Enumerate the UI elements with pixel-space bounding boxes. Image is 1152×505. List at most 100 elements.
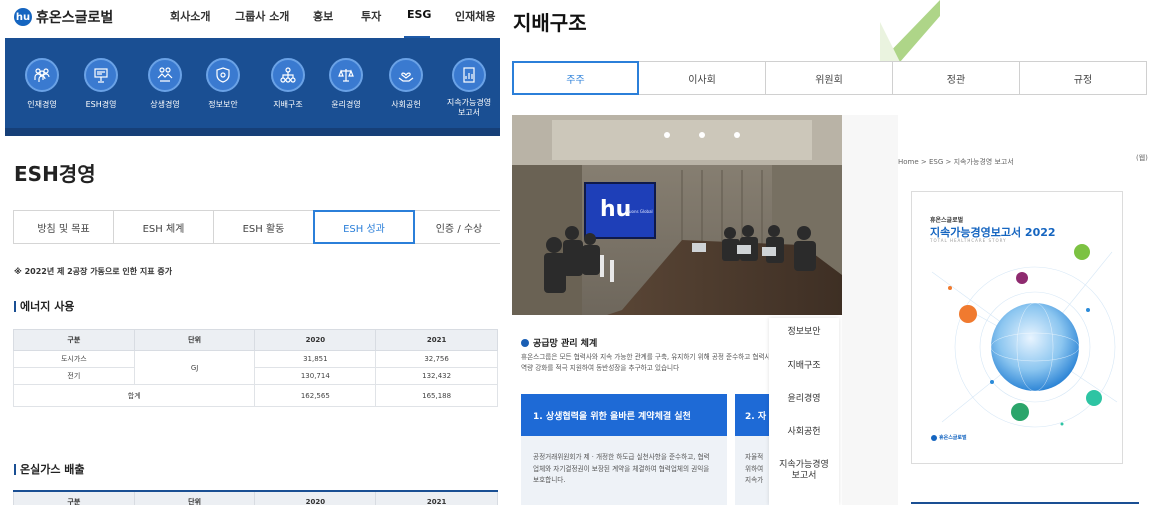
mega-item-coexistence[interactable]: 상생경영 [136, 58, 194, 110]
mega-item-governance[interactable]: 지배구조 [259, 58, 317, 110]
section-bar [14, 300, 16, 312]
card-title: 2. 자 [735, 394, 771, 436]
mega-item-esh[interactable]: ESH경영 [72, 58, 130, 110]
presentation-icon [84, 58, 118, 92]
supply-card-2: 2. 자 자율적 위하여 지속가 [735, 394, 771, 505]
bullet-icon [521, 338, 529, 347]
table-cell: 130,714 [254, 367, 377, 385]
ghg-title: 온실가스 배출 [20, 463, 85, 476]
tab-certification[interactable]: 인증 / 수상 [414, 210, 500, 244]
mega-label: ESH경영 [85, 100, 117, 109]
esg-submenu: 정보보안 지배구조 윤리경영 사회공헌 지속가능경영 보고서 [769, 318, 839, 505]
mega-item-talent[interactable]: 인재경영 [13, 58, 71, 110]
report-divider [911, 502, 1139, 504]
screen-text: Huons Global [626, 209, 653, 214]
table-header: 단위 [133, 329, 256, 351]
shield-icon [206, 58, 240, 92]
nav-invest[interactable]: 투자 [361, 8, 381, 24]
mega-item-security[interactable]: 정보보안 [194, 58, 252, 110]
table-cell: 165,188 [375, 384, 498, 407]
mega-label: 지속가능경영 보고서 [446, 98, 492, 117]
table-row: 도시가스 GJ 31,851 32,756 [13, 350, 498, 385]
report-side-strip [842, 115, 898, 505]
site-logo[interactable]: hu 휴온스글로벌 [14, 6, 113, 28]
table-header: 2020 [254, 329, 377, 351]
governance-tabs: 주주 이사회 위원회 정관 규정 [512, 61, 1147, 95]
logo-mark: hu [14, 8, 32, 26]
table-cell: 162,565 [254, 384, 377, 407]
decorative-shape [880, 0, 940, 62]
cover-logo: 휴온스글로벌 [931, 434, 967, 441]
tab-committee[interactable]: 위원회 [765, 61, 893, 95]
table-cell: 32,756 [375, 350, 498, 368]
heart-hands-icon [389, 58, 423, 92]
table-cell: 도시가스 [13, 350, 135, 368]
table-header-row: 구분 단위 2020 2021 [13, 329, 498, 351]
spacer [500, 97, 512, 118]
card-body: 자율적 위하여 지속가 [745, 453, 764, 484]
people-icon [25, 58, 59, 92]
tab-performance[interactable]: ESH 성과 [313, 210, 415, 244]
esh-page-panel: hu 휴온스글로벌 회사소개 그룹사 소개 홍보 투자 ESG 인재채용 인재경… [0, 0, 500, 505]
tab-board[interactable]: 이사회 [638, 61, 766, 95]
mega-item-social[interactable]: 사회공헌 [377, 58, 435, 110]
mega-label: 사회공헌 [391, 100, 421, 109]
submenu-item-ethics[interactable]: 윤리경영 [769, 394, 839, 405]
mega-label: 상생경영 [150, 100, 180, 109]
cover-subtitle: TOTAL HEALTHCARE STORY [930, 238, 1007, 243]
card-body: 공정거래위원회가 제 · 개정한 하도급 실천사항을 준수하고, 협력업체와 자… [533, 453, 710, 484]
breadcrumb: Home > ESG > 지속가능경영 보고서 [898, 158, 1014, 166]
tab-articles[interactable]: 정관 [892, 61, 1020, 95]
nav-careers[interactable]: 인재채용 [455, 8, 495, 24]
table-header: 2021 [375, 329, 498, 351]
table-cell: 합계 [12, 384, 256, 407]
tab-activity[interactable]: ESH 활동 [213, 210, 314, 244]
cover-logo-icon [931, 434, 937, 441]
table-header: 구분 [13, 329, 135, 351]
submenu-item-report[interactable]: 지속가능경영 보고서 [769, 460, 839, 482]
mega-menu-bottom [5, 128, 500, 136]
table-header: 구분 [13, 490, 135, 505]
breadcrumb-extra: (웹) [1136, 154, 1148, 162]
cover-logo-text: 휴온스글로벌 [939, 435, 967, 441]
logo-text: 휴온스글로벌 [36, 10, 114, 26]
nav-company[interactable]: 회사소개 [170, 8, 210, 24]
submenu-item-security[interactable]: 정보보안 [769, 327, 839, 338]
nav-group[interactable]: 그룹사 소개 [235, 8, 289, 24]
card-title: 1. 상생협력을 위한 올바른 계약체결 실천 [521, 394, 727, 436]
governance-title: 지배구조 [513, 11, 587, 35]
energy-section-title: 에너지 사용 [14, 298, 74, 314]
ghg-section-title: 온실가스 배출 [14, 461, 85, 477]
submenu-item-governance[interactable]: 지배구조 [769, 361, 839, 372]
table-row: 전기 130,714 132,432 [13, 367, 498, 385]
section-bar [14, 463, 16, 475]
table-header: 2020 [254, 490, 377, 505]
table-cell: 전기 [13, 367, 135, 385]
nav-pr[interactable]: 홍보 [313, 8, 333, 24]
table-header: 2021 [375, 490, 498, 505]
mega-label: 정보보안 [208, 100, 238, 109]
tab-policy[interactable]: 방침 및 목표 [13, 210, 114, 244]
meeting-photo-image [512, 115, 842, 315]
cover-company: 휴온스글로벌 [930, 217, 964, 224]
report-icon [452, 58, 486, 92]
page-title: ESH경영 [14, 162, 96, 186]
mega-label: 윤리경영 [331, 100, 361, 109]
submenu-item-social[interactable]: 사회공헌 [769, 427, 839, 438]
tab-system[interactable]: ESH 체계 [113, 210, 214, 244]
table-header-row: 구분 단위 2020 2021 [13, 490, 498, 505]
tab-regulations[interactable]: 규정 [1019, 61, 1147, 95]
esh-tabs: 방침 및 목표 ESH 체계 ESH 활동 ESH 성과 인증 / 수상 [13, 210, 500, 244]
supply-title-text: 공급망 관리 체계 [533, 339, 598, 349]
org-chart-icon [271, 58, 305, 92]
mega-item-ethics[interactable]: 윤리경영 [317, 58, 375, 110]
mega-item-report[interactable]: 지속가능경영 보고서 [440, 58, 498, 118]
meeting-room-photo: hu Huons Global [512, 115, 842, 315]
table-header: 단위 [133, 490, 256, 505]
nav-esg[interactable]: ESG [407, 8, 431, 21]
mega-label: 인재경영 [27, 100, 57, 109]
handshake-icon [148, 58, 182, 92]
ghg-table: 구분 단위 2020 2021 [13, 490, 498, 505]
tab-shareholders[interactable]: 주주 [512, 61, 639, 95]
mega-label: 지배구조 [273, 100, 303, 109]
